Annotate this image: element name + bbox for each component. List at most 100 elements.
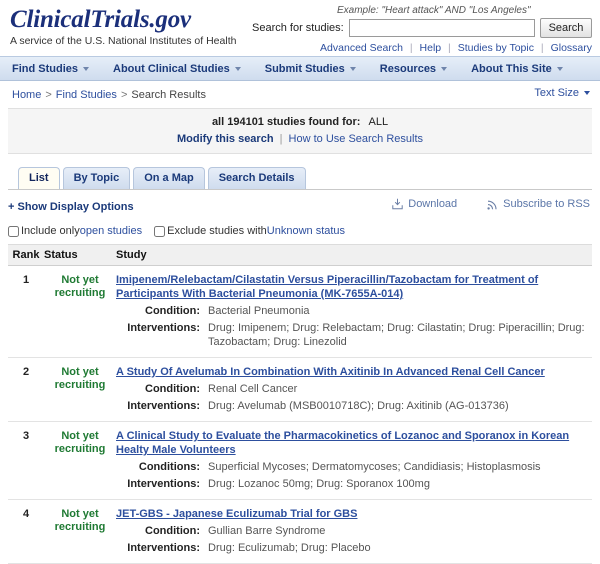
interventions-value: Drug: Lozanoc 50mg; Drug: Sporanox 100mg [208,478,430,490]
nav-label: About Clinical Studies [113,62,230,75]
study-title-link[interactable]: A Study Of Avelumab In Combination With … [116,365,586,379]
row-study: Imipenem/Relebactam/Cilastatin Versus Pi… [116,273,592,349]
row-rank: 4 [22,508,30,520]
study-interventions: Interventions: Drug: Eculizumab; Drug: P… [116,541,586,555]
tab-list-view[interactable]: List [18,167,60,189]
summary-actions: Modify this search | How to Use Search R… [8,133,592,145]
results-view-tabs: List By Topic On a Map Search Details [8,166,592,189]
table-row: 2 Not yet recruiting A Study Of Avelumab… [8,358,592,422]
show-display-options-link[interactable]: + Show Display Options [8,201,134,213]
interventions-label: Interventions: [127,322,200,334]
breadcrumb-current: Search Results [131,88,206,101]
status-badge: Not yet recruiting [54,508,106,533]
breadcrumb-home[interactable]: Home [12,89,41,101]
condition-value: Superficial Mycoses; Dermatomycoses; Can… [208,461,541,473]
site-header: ClinicalTrials.gov A service of the U.S.… [0,0,600,56]
condition-label: Condition: [145,305,200,317]
column-header-status: Status [44,249,78,261]
chevron-down-icon [83,66,89,71]
condition-label: Conditions: [138,461,200,473]
link-separator: | [540,42,544,54]
search-area: Example: "Heart attack" AND "Los Angeles… [252,5,592,54]
row-rank: 1 [22,274,30,286]
column-header-rank: Rank [12,249,40,261]
text-size-label: Text Size [534,87,579,99]
status-badge: Not yet recruiting [54,430,106,455]
filter-unknown-status: Exclude studies with Unknown status [154,225,345,237]
search-label: Search for studies: [252,22,344,34]
how-to-use-search-results-link[interactable]: How to Use Search Results [289,133,424,145]
nav-item-resources[interactable]: Resources [380,63,448,75]
result-filters: Include only open studies Exclude studie… [8,225,592,237]
download-button[interactable]: Download [392,198,457,210]
open-studies-link[interactable]: open studies [80,225,142,237]
results-count-line: all 194101 studies found for: ALL [8,116,592,128]
open-studies-prefix: Include only [21,225,80,237]
study-interventions: Interventions: Drug: Imipenem; Drug: Rel… [116,321,586,349]
header-utility-links: Advanced Search | Help | Studies by Topi… [252,42,592,54]
help-link[interactable]: Help [420,42,442,54]
breadcrumb-find-studies[interactable]: Find Studies [56,89,117,101]
glossary-link[interactable]: Glossary [551,42,592,54]
study-condition: Condition: Bacterial Pneumonia [116,304,586,318]
nav-item-about-this-site[interactable]: About This Site [471,63,563,75]
breadcrumb: Home > Find Studies > Search Results Tex… [0,81,600,108]
nav-label: About This Site [471,62,552,75]
unknown-status-link[interactable]: Unknown status [267,225,345,237]
nav-item-find-studies[interactable]: Find Studies [12,63,89,75]
nav-label: Submit Studies [264,62,345,75]
subscribe-rss-button[interactable]: Subscribe to RSS [487,198,590,210]
chevron-down-icon [349,66,356,71]
interventions-label: Interventions: [127,478,200,490]
tab-by-topic[interactable]: By Topic [62,167,131,189]
results-query-value: ALL [368,116,389,128]
nav-item-about-clinical-studies[interactable]: About Clinical Studies [113,63,241,75]
row-study: A Clinical Study to Evaluate the Pharmac… [116,429,592,491]
study-interventions: Interventions: Drug: Lozanoc 50mg; Drug:… [116,477,586,491]
row-rank: 3 [22,430,30,442]
chevron-down-icon [441,66,448,71]
interventions-value: Drug: Avelumab (MSB0010718C); Drug: Axit… [208,400,509,412]
tab-on-a-map[interactable]: On a Map [133,167,205,189]
rss-icon [487,199,498,210]
study-title-link[interactable]: A Clinical Study to Evaluate the Pharmac… [116,429,586,457]
studies-by-topic-link[interactable]: Studies by Topic [458,42,534,54]
interventions-value: Drug: Eculizumab; Drug: Placebo [208,542,371,554]
text-size-control[interactable]: Text Size [534,87,590,99]
action-separator: | [279,133,283,145]
table-row: 4 Not yet recruiting JET-GBS - Japanese … [8,500,592,564]
study-condition: Condition: Gullian Barre Syndrome [116,524,586,538]
status-badge: Not yet recruiting [54,274,106,299]
search-input[interactable] [348,19,535,37]
interventions-label: Interventions: [127,400,200,412]
condition-label: Condition: [145,525,200,537]
interventions-value: Drug: Imipenem; Drug: Relebactam; Drug: … [208,322,585,348]
breadcrumb-separator: > [120,88,128,101]
display-options-row: + Show Display Options Download Subscrib… [8,198,592,216]
row-study: JET-GBS - Japanese Eculizumab Trial for … [116,507,592,555]
study-title-link[interactable]: Imipenem/Relebactam/Cilastatin Versus Pi… [116,273,586,301]
tab-search-details[interactable]: Search Details [207,167,306,189]
row-rank: 2 [22,366,30,378]
table-row: 3 Not yet recruiting A Clinical Study to… [8,422,592,500]
condition-label: Condition: [145,383,200,395]
study-title-link[interactable]: JET-GBS - Japanese Eculizumab Trial for … [116,507,586,521]
nav-label: Find Studies [12,62,78,75]
filter-open-studies: Include only open studies [8,225,142,237]
row-study: A Study Of Avelumab In Combination With … [116,365,592,413]
unknown-status-checkbox[interactable] [154,225,166,237]
advanced-search-link[interactable]: Advanced Search [320,42,403,54]
tabs-underline [8,189,592,190]
open-studies-checkbox[interactable] [8,225,19,237]
search-button[interactable]: Search [540,18,592,38]
main-navigation: Find Studies About Clinical Studies Subm… [0,56,600,81]
chevron-down-icon [584,91,590,95]
nav-item-submit-studies[interactable]: Submit Studies [265,63,356,75]
link-separator: | [409,42,413,54]
modify-search-link[interactable]: Modify this search [177,133,274,145]
study-condition: Condition: Renal Cell Cancer [116,382,586,396]
tab-list: List By Topic On a Map Search Details [8,166,592,189]
condition-value: Renal Cell Cancer [208,383,298,395]
unknown-status-prefix: Exclude studies with [167,225,267,237]
search-row: Search for studies: Search [252,18,592,38]
